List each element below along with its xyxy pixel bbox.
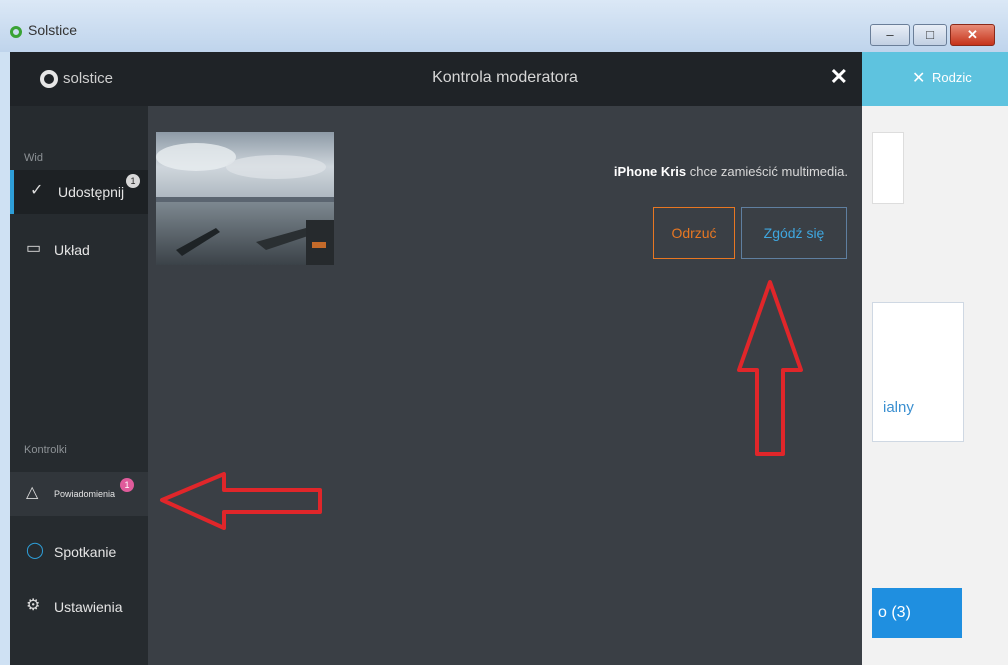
gear-icon: ⚙	[26, 597, 41, 614]
brand-name: solstice	[63, 70, 114, 87]
solstice-logo-icon	[10, 26, 22, 38]
notification-badge: 1	[126, 174, 140, 188]
brand: solstice	[10, 52, 148, 106]
share-icon: ✓	[30, 182, 44, 199]
application-window: Solstice – □ ✕ ✕ Rodzic ialny o (3) sols…	[0, 0, 1008, 665]
meeting-icon: ◯	[26, 542, 44, 559]
sidebar-item-notifications[interactable]: △ Powiadomienia 1	[10, 472, 148, 516]
section-label-view: Wid	[24, 152, 43, 164]
background-header-text: Rodzic	[932, 70, 972, 85]
request-text: chce zamieścić multimedia.	[689, 164, 848, 179]
sidebar-item-label: Udostępnij	[58, 184, 125, 200]
background-option-card[interactable]: ialny	[872, 302, 964, 442]
window-title: Solstice	[28, 22, 78, 38]
close-window-button[interactable]: ✕	[950, 24, 995, 46]
background-panel: ✕ Rodzic ialny o (3)	[862, 52, 1008, 665]
sidebar: solstice Wid ✓ Udostępnij 1 ▭ Układ Kont…	[10, 52, 148, 665]
sidebar-item-label: Spotkanie	[54, 544, 117, 560]
background-option-text: ialny	[883, 399, 914, 416]
sidebar-item-label: Układ	[54, 242, 90, 258]
reject-button[interactable]: Odrzuć	[653, 207, 735, 259]
sidebar-item-share[interactable]: ✓ Udostępnij 1	[10, 170, 148, 214]
minimize-button[interactable]: –	[870, 24, 910, 46]
sidebar-item-meeting[interactable]: ◯ Spotkanie	[10, 530, 148, 574]
background-action-button[interactable]: o (3)	[872, 588, 962, 638]
layout-icon: ▭	[26, 240, 42, 257]
close-icon[interactable]: ✕	[912, 68, 925, 88]
alert-icon: △	[26, 484, 39, 501]
notification-badge: 1	[120, 478, 134, 492]
section-label-controls: Kontrolki	[24, 444, 67, 456]
accept-button[interactable]: Zgódź się	[741, 207, 847, 259]
up-arrow-annotation	[737, 280, 803, 456]
request-user: iPhone Kris	[613, 164, 687, 179]
background-header: ✕ Rodzic	[862, 52, 1008, 106]
request-message: iPhone Kris chce zamieścić multimedia.	[614, 164, 848, 179]
title-bar: Solstice – □ ✕	[0, 0, 1008, 52]
modal-header: Kontrola moderatora ✕	[148, 52, 862, 106]
maximize-button[interactable]: □	[913, 24, 947, 46]
sidebar-item-layout[interactable]: ▭ Układ	[10, 228, 148, 272]
close-icon[interactable]: ✕	[830, 64, 848, 90]
modal-title: Kontrola moderatora	[432, 69, 578, 86]
sidebar-item-label: Ustawienia	[54, 599, 123, 615]
background-card	[872, 132, 904, 204]
media-thumbnail	[156, 132, 334, 265]
sidebar-item-label: Powiadomienia	[54, 489, 116, 499]
sidebar-item-settings[interactable]: ⚙ Ustawienia	[10, 585, 148, 629]
solstice-logo-icon	[40, 70, 58, 88]
left-arrow-annotation	[160, 472, 322, 530]
